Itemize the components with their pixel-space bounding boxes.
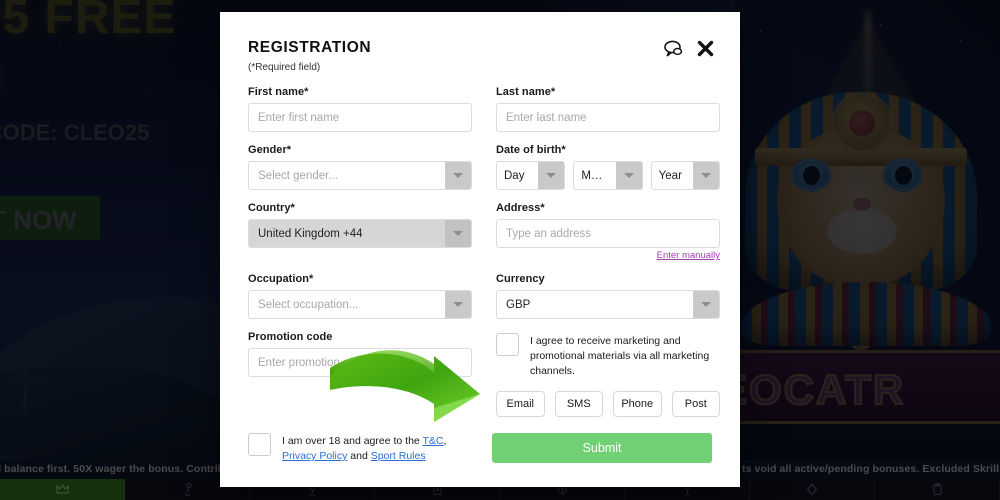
chevron-down-icon [445,220,471,247]
field-gender: Gender* Select gender... [248,144,472,190]
page-title: REGISTRATION [248,39,372,56]
submit-button-wrap: Submit [492,433,712,463]
currency-select-value: GBP [506,298,531,311]
dob-month-select[interactable]: Month [573,161,643,190]
promotion-code-input[interactable] [248,348,472,377]
field-date-of-birth: Date of birth* Day Month Year [496,144,720,190]
channel-phone-button[interactable]: Phone [613,391,662,417]
crown-icon [56,484,68,494]
terms-conditions-link[interactable]: T&C [422,435,443,447]
close-icon[interactable] [697,40,714,57]
nav-item-diamond[interactable] [750,479,875,500]
header-icon-group [664,40,714,57]
age-consent-prefix: I am over 18 and agree to the [282,435,423,447]
age-consent-sep-1: , [443,435,447,447]
dob-year-value: Year [658,169,682,182]
dob-day-value: Day [504,169,525,182]
field-promotion-code: Promotion code [248,331,472,417]
age-consent-sep-2: and [347,450,371,462]
age-consent-checkbox[interactable] [248,433,271,456]
privacy-policy-link[interactable]: Privacy Policy [282,450,347,462]
date-of-birth-label: Date of birth* [496,144,566,156]
channel-email-button[interactable]: Email [496,391,545,417]
address-label: Address* [496,202,545,214]
field-currency: Currency GBP [496,273,720,319]
occupation-select[interactable]: Select occupation... [248,290,472,319]
field-occupation: Occupation* Select occupation... [248,273,472,319]
marketing-consent-row: I agree to receive marketing and promoti… [496,333,720,379]
field-address: Address* Enter manually [496,202,720,261]
chat-bubbles-icon[interactable] [664,40,683,57]
promotion-code-label: Promotion code [248,331,333,343]
marketing-consent-checkbox[interactable] [496,333,519,356]
marketing-consent-text: I agree to receive marketing and promoti… [530,335,710,377]
occupation-select-value: Select occupation... [258,298,359,311]
gender-label: Gender* [248,144,292,156]
dob-day-select[interactable]: Day [496,161,566,190]
registration-modal: REGISTRATION (*Required field) First nam… [220,12,740,487]
diamond-icon [806,483,818,496]
currency-select[interactable]: GBP [496,290,720,319]
slot-lever-icon [184,483,191,496]
chevron-down-icon [692,162,719,189]
channel-sms-button[interactable]: SMS [554,391,603,417]
field-last-name: Last name* [496,86,720,132]
dob-month-value: Month [581,169,614,182]
marketing-consent-block: I agree to receive marketing and promoti… [496,331,720,417]
country-select-value: United Kingdom +44 [258,227,363,240]
clipboard-icon [933,483,941,495]
chevron-down-icon [693,291,719,318]
required-field-note: (*Required field) [248,62,321,73]
channel-post-button[interactable]: Post [671,391,720,417]
registration-form: First name* Last name* Gender* Select ge… [248,86,720,429]
page-root: O 75 FREE S S CODE: CLEO25 ... T NOW EOC… [0,0,1000,500]
last-name-label: Last name* [496,86,556,98]
ticker-text-right: ts void all active/pending bonuses. Excl… [742,463,1000,475]
nav-item-clipboard[interactable] [875,479,1000,500]
submit-button[interactable]: Submit [492,433,712,463]
chevron-down-icon [445,162,471,189]
gender-select[interactable]: Select gender... [248,161,472,190]
gender-select-value: Select gender... [258,169,338,182]
occupation-label: Occupation* [248,273,314,285]
age-consent-row: I am over 18 and agree to the T&C, Priva… [248,433,468,464]
modal-footer: I am over 18 and agree to the T&C, Priva… [248,433,712,464]
country-select[interactable]: United Kingdom +44 [248,219,472,248]
enter-manually-link[interactable]: Enter manually [496,250,720,261]
chevron-down-icon [445,291,471,318]
chevron-down-icon [538,162,565,189]
nav-item-crown[interactable] [0,479,125,500]
field-country: Country* United Kingdom +44 [248,202,472,261]
age-consent-text: I am over 18 and agree to the T&C, Priva… [282,433,468,464]
currency-label: Currency [496,273,545,285]
dob-year-select[interactable]: Year [650,161,720,190]
marketing-channel-buttons: Email SMS Phone Post [496,391,720,417]
first-name-label: First name* [248,86,309,98]
modal-header: REGISTRATION (*Required field) [248,30,714,76]
country-label: Country* [248,202,295,214]
sport-rules-link[interactable]: Sport Rules [371,450,426,462]
address-input[interactable] [496,219,720,248]
date-of-birth-row: Day Month Year [496,161,720,190]
field-first-name: First name* [248,86,472,132]
first-name-input[interactable] [248,103,472,132]
last-name-input[interactable] [496,103,720,132]
chevron-down-icon [615,162,642,189]
